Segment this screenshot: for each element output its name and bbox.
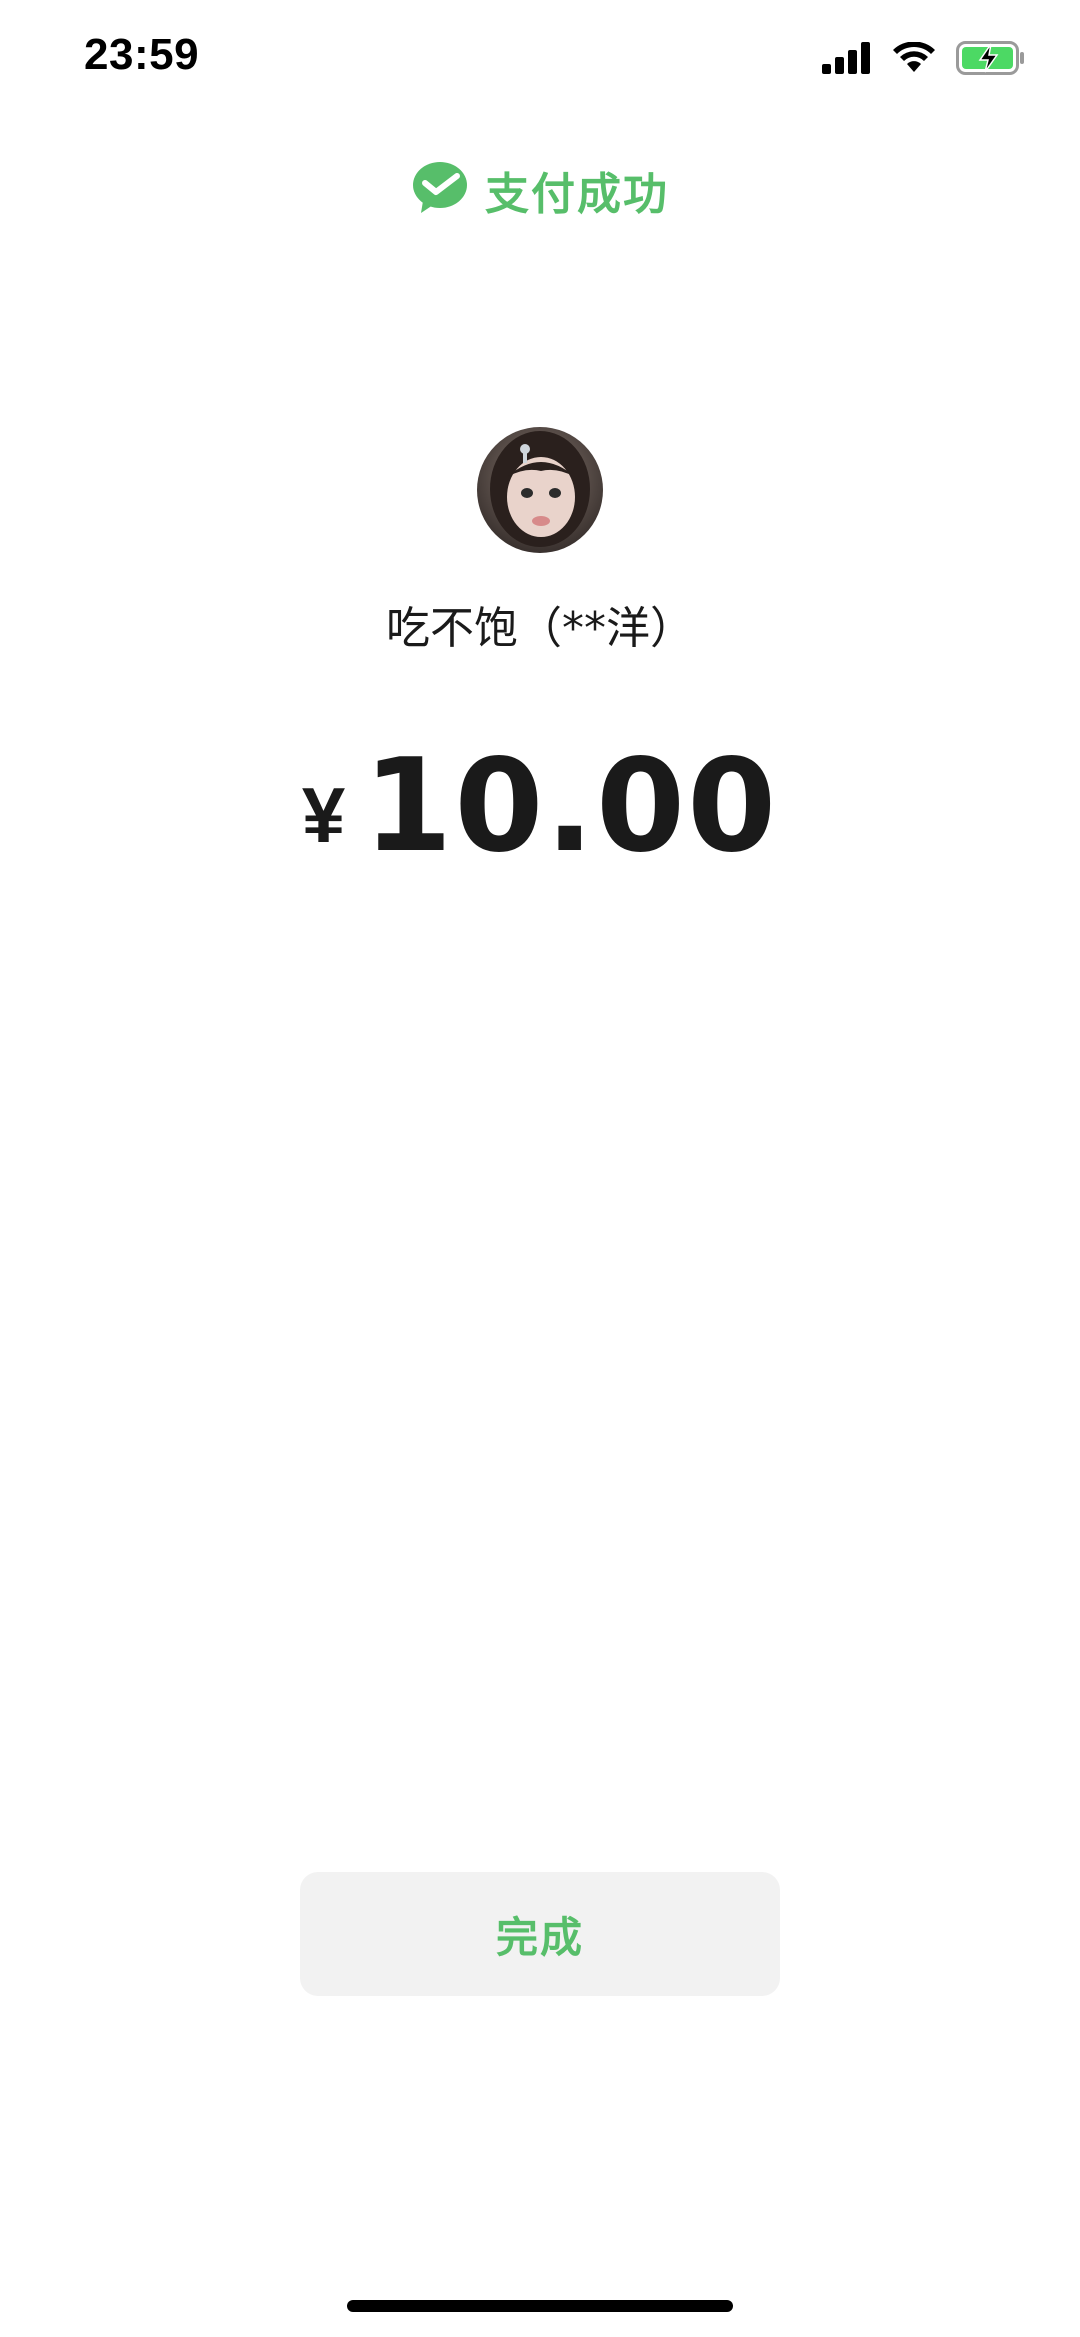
status-time: 23:59: [84, 30, 200, 79]
status-bar: 23:59: [0, 0, 1080, 120]
avatar: [477, 427, 603, 553]
status-icons: [822, 40, 1026, 80]
battery-charging-icon: [956, 41, 1026, 79]
payee-name: 吃不饱（**洋）: [386, 603, 694, 654]
payment-success-header: 支付成功: [0, 158, 1080, 222]
currency-symbol: ¥: [301, 770, 346, 859]
page-title: 支付成功: [485, 169, 669, 220]
payment-amount: ¥ 10.00: [0, 730, 1080, 884]
wechat-pay-check-icon: [411, 161, 469, 219]
done-button-label: 完成: [495, 1912, 584, 1962]
signal-icon: [822, 42, 872, 78]
done-button[interactable]: 完成: [300, 1872, 780, 1996]
home-indicator[interactable]: [347, 2300, 733, 2312]
amount-value: 10.00: [363, 732, 779, 881]
wifi-icon: [892, 41, 936, 78]
